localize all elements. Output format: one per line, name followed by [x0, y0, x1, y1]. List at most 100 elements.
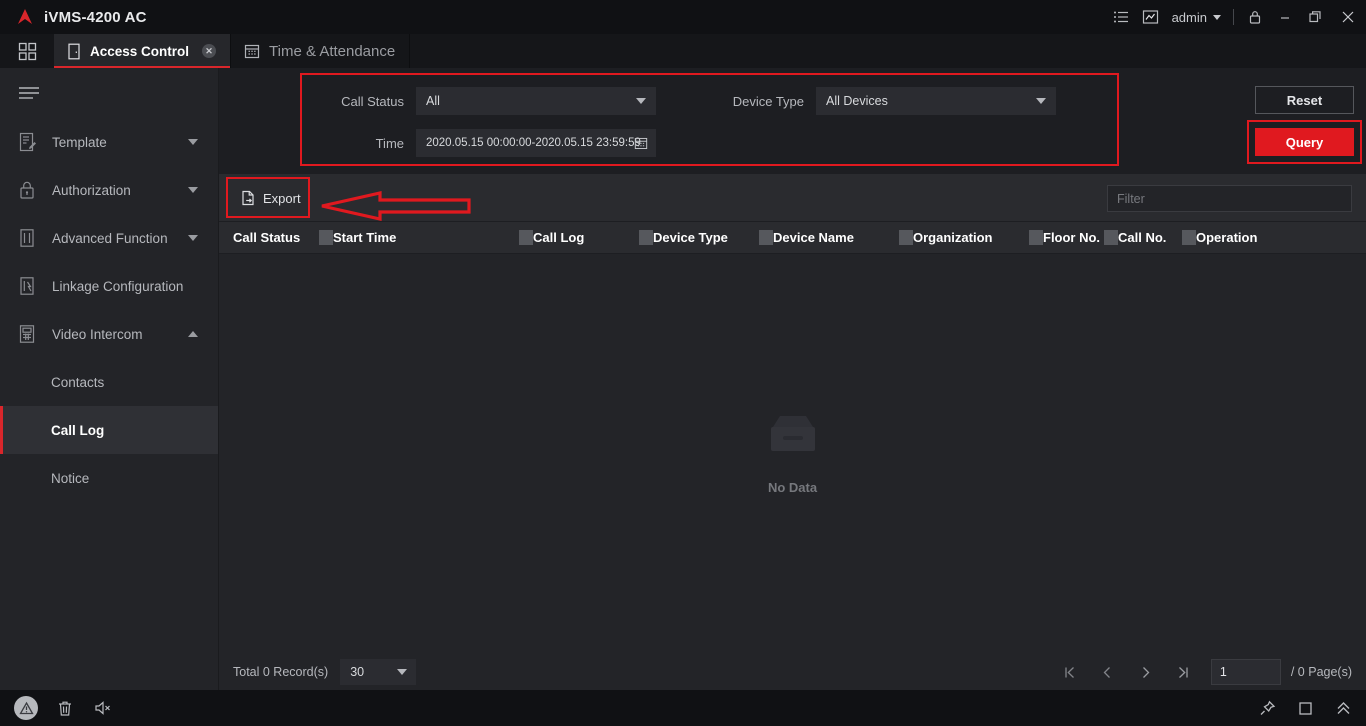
- sidebar: Template Authorization Advanced Function: [0, 68, 219, 690]
- sidebar-item-label: Advanced Function: [52, 230, 168, 246]
- tab-access-control[interactable]: Access Control ✕: [54, 34, 232, 68]
- title-bar: iVMS-4200 AC admin: [0, 0, 1366, 34]
- column-label: Device Name: [773, 230, 854, 245]
- sidebar-subitem-label: Contacts: [51, 374, 105, 390]
- left-pointing-arrow-annotation: [321, 191, 471, 221]
- sidebar-item-authorization[interactable]: Authorization: [0, 166, 218, 214]
- column-divider: [1182, 229, 1196, 245]
- column-label: Call Status: [233, 230, 301, 245]
- column-divider: [639, 229, 653, 245]
- sidebar-item-call-log[interactable]: Call Log: [0, 406, 218, 454]
- sidebar-item-video-intercom[interactable]: Video Intercom: [0, 310, 218, 358]
- chevron-down-icon[interactable]: [188, 139, 198, 145]
- empty-state-label: No Data: [767, 480, 818, 495]
- table-body: No Data: [219, 254, 1366, 654]
- column-divider: [759, 229, 773, 245]
- close-circle-icon[interactable]: ✕: [202, 44, 217, 58]
- minimize-icon[interactable]: [1270, 0, 1300, 34]
- lock-icon[interactable]: [1240, 0, 1270, 34]
- door-icon: [67, 43, 81, 60]
- last-page-icon[interactable]: [1165, 658, 1203, 686]
- column-divider: [1029, 229, 1043, 245]
- pagination-controls: 1 / 0 Page(s): [1051, 658, 1352, 686]
- filter-panel-highlight: [300, 73, 1119, 166]
- column-header-operation[interactable]: Operation: [1182, 222, 1302, 254]
- prev-page-icon[interactable]: [1089, 658, 1127, 686]
- column-divider: [1104, 229, 1118, 245]
- reset-button[interactable]: Reset: [1255, 86, 1354, 114]
- column-header-start-time[interactable]: Start Time: [319, 222, 519, 254]
- sidebar-item-label: Video Intercom: [52, 326, 143, 342]
- page-size-select[interactable]: 30: [340, 659, 417, 685]
- column-header-call-log[interactable]: Call Log: [519, 222, 639, 254]
- sidebar-item-linkage-configuration[interactable]: Linkage Configuration: [0, 262, 218, 310]
- user-name: admin: [1171, 9, 1207, 25]
- sidebar-item-label: Template: [52, 134, 107, 150]
- column-divider: [519, 229, 533, 245]
- sidebar-subitem-label: Notice: [51, 470, 90, 486]
- column-header-device-type[interactable]: Device Type: [639, 222, 759, 254]
- column-header-floor-no[interactable]: Floor No.: [1029, 222, 1104, 254]
- app-title: iVMS-4200 AC: [44, 8, 147, 26]
- total-records-label: Total 0 Record(s): [233, 665, 329, 679]
- chevron-up-icon[interactable]: [188, 331, 198, 337]
- restore-icon[interactable]: [1300, 0, 1330, 34]
- template-icon: [18, 132, 44, 152]
- total-pages-label: / 0 Page(s): [1290, 665, 1352, 679]
- window-icon[interactable]: [1298, 701, 1313, 716]
- statusbar-right-controls: [1259, 700, 1352, 717]
- filter-input[interactable]: Filter: [1107, 185, 1352, 212]
- column-divider: [899, 229, 913, 245]
- filter-placeholder-text: Filter: [1117, 191, 1145, 206]
- next-page-icon[interactable]: [1127, 658, 1165, 686]
- sidebar-item-template[interactable]: Template: [0, 118, 218, 166]
- advanced-function-icon: [18, 228, 44, 248]
- alarm-warning-icon[interactable]: [14, 696, 38, 720]
- chevron-down-icon[interactable]: [188, 187, 198, 193]
- status-bar: [0, 690, 1366, 726]
- titlebar-controls: admin: [1106, 0, 1366, 34]
- filter-panel: Call Status All Device Type All Devices …: [219, 68, 1366, 174]
- apps-grid-icon[interactable]: [0, 34, 54, 68]
- sidebar-item-contacts[interactable]: Contacts: [0, 358, 218, 406]
- page-number-input[interactable]: 1: [1210, 659, 1281, 685]
- dashboard-chart-icon[interactable]: [1136, 0, 1166, 34]
- trash-icon[interactable]: [54, 697, 76, 719]
- first-page-icon[interactable]: [1051, 658, 1089, 686]
- chevron-down-icon: [1213, 14, 1221, 20]
- column-header-call-no[interactable]: Call No.: [1104, 222, 1182, 254]
- double-chevron-up-icon[interactable]: [1335, 700, 1352, 717]
- column-label: Organization: [913, 230, 993, 245]
- sidebar-item-notice[interactable]: Notice: [0, 454, 218, 502]
- column-header-device-name[interactable]: Device Name: [759, 222, 899, 254]
- list-view-icon[interactable]: [1106, 0, 1136, 34]
- query-button-highlight: [1247, 120, 1362, 164]
- page-number-value: 1: [1219, 665, 1227, 679]
- column-header-call-status[interactable]: Call Status: [219, 222, 319, 254]
- calendar-icon: [244, 43, 260, 59]
- tab-time-attendance[interactable]: Time & Attendance: [231, 34, 411, 68]
- table-toolbar: Export Filter: [219, 174, 1366, 222]
- close-icon[interactable]: [1330, 0, 1366, 34]
- column-header-organization[interactable]: Organization: [899, 222, 1029, 254]
- sidebar-item-label: Linkage Configuration: [52, 278, 184, 294]
- chevron-down-icon[interactable]: [188, 235, 198, 241]
- pin-icon[interactable]: [1259, 700, 1276, 717]
- sidebar-item-advanced-function[interactable]: Advanced Function: [0, 214, 218, 262]
- titlebar-divider: [1233, 9, 1234, 25]
- hamburger-menu-icon[interactable]: [0, 68, 218, 118]
- intercom-icon: [18, 324, 44, 344]
- pagination-bar: Total 0 Record(s) 30 1 / 0 Page(s): [219, 654, 1366, 690]
- chevron-down-icon: [397, 669, 408, 675]
- column-divider: [319, 229, 333, 245]
- hikvision-logo-icon: [14, 6, 36, 28]
- user-menu[interactable]: admin: [1166, 0, 1227, 34]
- sidebar-item-label: Authorization: [52, 182, 131, 198]
- lock-icon: [18, 180, 44, 200]
- table-header: Call Status Start Time Call Log Device T…: [219, 222, 1366, 254]
- sound-muted-icon[interactable]: [92, 697, 114, 719]
- tab-label: Time & Attendance: [269, 42, 396, 60]
- page-size-value: 30: [350, 665, 365, 679]
- export-button-highlight: [226, 177, 310, 218]
- empty-box-icon: [760, 413, 826, 466]
